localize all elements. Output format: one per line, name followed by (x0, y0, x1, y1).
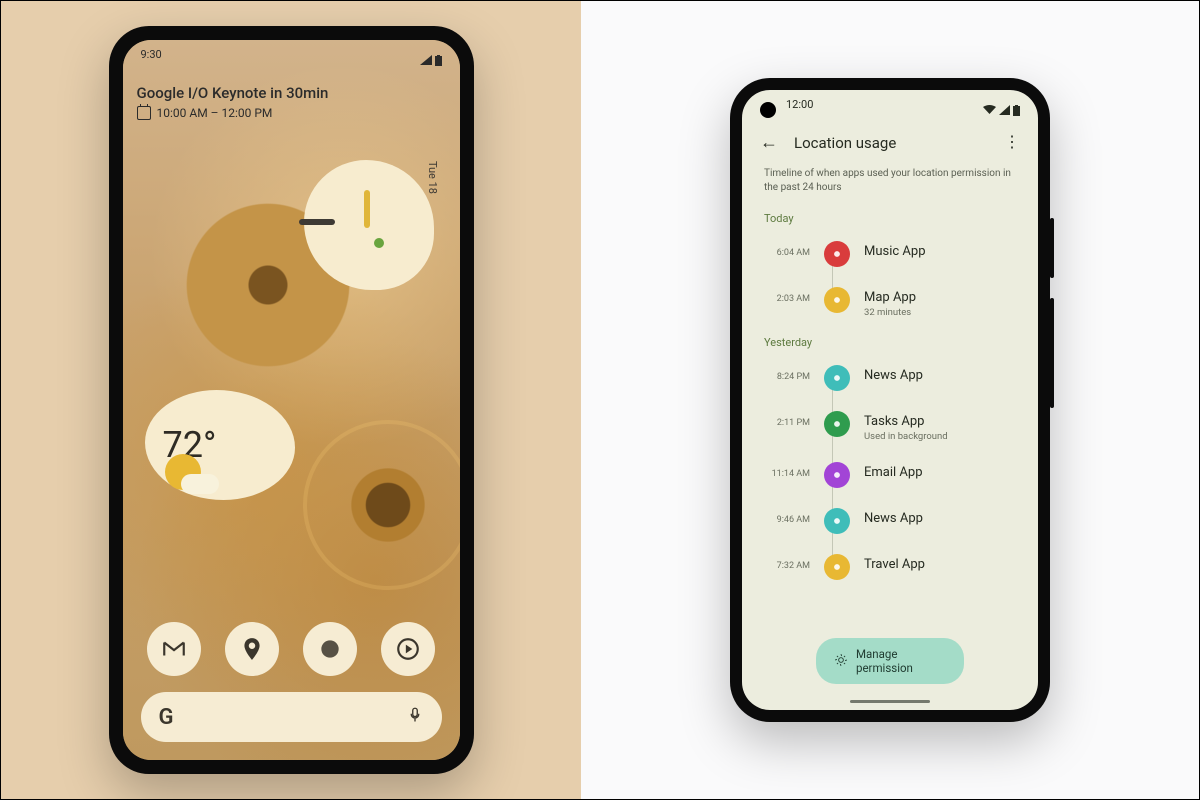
timeline-entry[interactable]: 2:11 PM Tasks App Used in background (764, 401, 1016, 452)
timeline-section: 6:04 AM Music App 2:03 AM Map App 32 minutes (742, 231, 1038, 328)
clock-hour-hand (364, 190, 370, 228)
phone-settings-frame: 12:00 ← Location usage ⋮ (730, 78, 1050, 722)
right-panel: 12:00 ← Location usage ⋮ (581, 1, 1199, 799)
status-icons (420, 48, 442, 72)
page-title: Location usage (794, 134, 988, 152)
entry-body: Travel App (864, 554, 925, 572)
gmail-app-icon[interactable] (147, 622, 201, 676)
timeline-entry[interactable]: 2:03 AM Map App 32 minutes (764, 277, 1016, 328)
clock-second-dot (374, 238, 384, 248)
calendar-widget[interactable]: Google I/O Keynote in 30min 10:00 AM – 1… (137, 84, 446, 120)
entry-time: 11:14 AM (764, 462, 810, 479)
home-screen: 9:30 Google I/O Keynote in 30min 10:00 A… (123, 40, 460, 760)
app-dot-icon (824, 411, 850, 437)
navigation-bar[interactable] (850, 700, 930, 703)
entry-body: Email App (864, 462, 923, 480)
photos-app-icon[interactable] (303, 622, 357, 676)
status-bar: 12:00 (742, 90, 1038, 122)
timeline-section: 8:24 PM News App 2:11 PM Tasks App Used in b… (742, 355, 1038, 590)
section-label: Yesterday (742, 328, 1038, 355)
mic-icon[interactable] (406, 706, 424, 728)
timeline-container: Today 6:04 AM Music App 2:03 AM Map App 32 mi… (742, 204, 1038, 590)
manage-permission-button[interactable]: Manage permission (816, 638, 964, 684)
status-bar: 9:30 (123, 40, 460, 72)
calendar-time: 10:00 AM – 12:00 PM (157, 106, 273, 120)
app-dock (123, 622, 460, 676)
entry-app-name: Map App (864, 290, 916, 305)
entry-subtitle: 32 minutes (864, 307, 916, 318)
calendar-icon (137, 106, 151, 120)
battery-icon (435, 55, 442, 66)
app-dot-icon (824, 508, 850, 534)
entry-app-name: Travel App (864, 557, 925, 572)
camera-punch-hole (760, 102, 776, 118)
entry-app-name: Music App (864, 244, 926, 259)
entry-app-name: Email App (864, 465, 923, 480)
page-description: Timeline of when apps used your location… (742, 161, 1038, 204)
signal-icon (420, 55, 432, 65)
entry-body: Music App (864, 241, 926, 259)
gear-icon (834, 653, 848, 670)
clock-date: Tue 18 (427, 161, 440, 194)
entry-app-name: News App (864, 511, 923, 526)
entry-time: 8:24 PM (764, 365, 810, 382)
signal-icon (999, 105, 1010, 115)
maps-app-icon[interactable] (225, 622, 279, 676)
entry-app-name: Tasks App (864, 414, 948, 429)
ytmusic-app-icon[interactable] (381, 622, 435, 676)
left-panel: 9:30 Google I/O Keynote in 30min 10:00 A… (1, 1, 581, 799)
cloud-icon (181, 474, 219, 494)
settings-screen: 12:00 ← Location usage ⋮ (742, 90, 1038, 710)
entry-app-name: News App (864, 368, 923, 383)
timeline-entry[interactable]: 8:24 PM News App (764, 355, 1016, 401)
google-logo: G (159, 705, 174, 730)
entry-body: News App (864, 365, 923, 383)
entry-body: Tasks App Used in background (864, 411, 948, 442)
wifi-icon (983, 105, 996, 115)
timeline-entry[interactable]: 7:32 AM Travel App (764, 544, 1016, 590)
entry-time: 2:03 AM (764, 287, 810, 304)
entry-body: News App (864, 508, 923, 526)
phone-home-frame: 9:30 Google I/O Keynote in 30min 10:00 A… (109, 26, 474, 774)
app-dot-icon (824, 462, 850, 488)
settings-header: ← Location usage ⋮ (742, 122, 1038, 161)
app-dot-icon (824, 365, 850, 391)
search-bar[interactable]: G (141, 692, 442, 742)
status-time: 9:30 (141, 48, 162, 72)
entry-time: 7:32 AM (764, 554, 810, 571)
timeline-entry[interactable]: 6:04 AM Music App (764, 231, 1016, 277)
entry-subtitle: Used in background (864, 431, 948, 442)
entry-time: 6:04 AM (764, 241, 810, 258)
timeline-entry[interactable]: 9:46 AM News App (764, 498, 1016, 544)
status-icons (983, 98, 1020, 122)
overflow-icon[interactable]: ⋮ (1004, 139, 1020, 145)
app-dot-icon (824, 241, 850, 267)
entry-body: Map App 32 minutes (864, 287, 916, 318)
app-dot-icon (824, 287, 850, 313)
entry-time: 2:11 PM (764, 411, 810, 428)
calendar-title: Google I/O Keynote in 30min (137, 84, 446, 102)
app-dot-icon (824, 554, 850, 580)
entry-time: 9:46 AM (764, 508, 810, 525)
section-label: Today (742, 204, 1038, 231)
clock-minute-hand (299, 219, 335, 225)
timeline-entry[interactable]: 11:14 AM Email App (764, 452, 1016, 498)
manage-permission-label: Manage permission (856, 647, 946, 675)
calendar-time-row: 10:00 AM – 12:00 PM (137, 106, 446, 120)
back-icon[interactable]: ← (760, 132, 778, 153)
battery-icon (1013, 105, 1020, 116)
